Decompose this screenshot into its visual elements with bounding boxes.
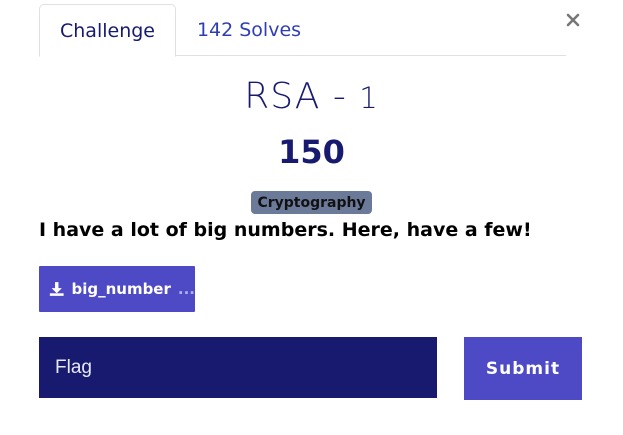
file-name: big_number: [71, 280, 171, 298]
challenge-modal: Challenge 142 Solves RSA - 1 150 Cryptog…: [0, 0, 623, 435]
flag-input[interactable]: [39, 337, 437, 398]
tab-solves[interactable]: 142 Solves: [185, 4, 313, 56]
download-icon: [49, 282, 64, 296]
challenge-points: 150: [278, 133, 345, 171]
download-file-button[interactable]: big_number...: [39, 266, 195, 312]
challenge-tabs: Challenge 142 Solves: [39, 4, 566, 57]
challenge-description: I have a lot of big numbers. Here, have …: [39, 219, 532, 241]
close-icon: [566, 13, 580, 27]
submit-button[interactable]: Submit: [464, 337, 582, 400]
tab-challenge[interactable]: Challenge: [39, 4, 176, 57]
file-name-ellipsis: ...: [177, 280, 195, 298]
challenge-title: RSA - 1: [0, 76, 623, 117]
category-badge: Cryptography: [251, 191, 372, 214]
challenge-name: RSA -: [244, 76, 360, 117]
challenge-name-suffix: 1: [359, 81, 379, 115]
close-button[interactable]: [563, 9, 583, 31]
